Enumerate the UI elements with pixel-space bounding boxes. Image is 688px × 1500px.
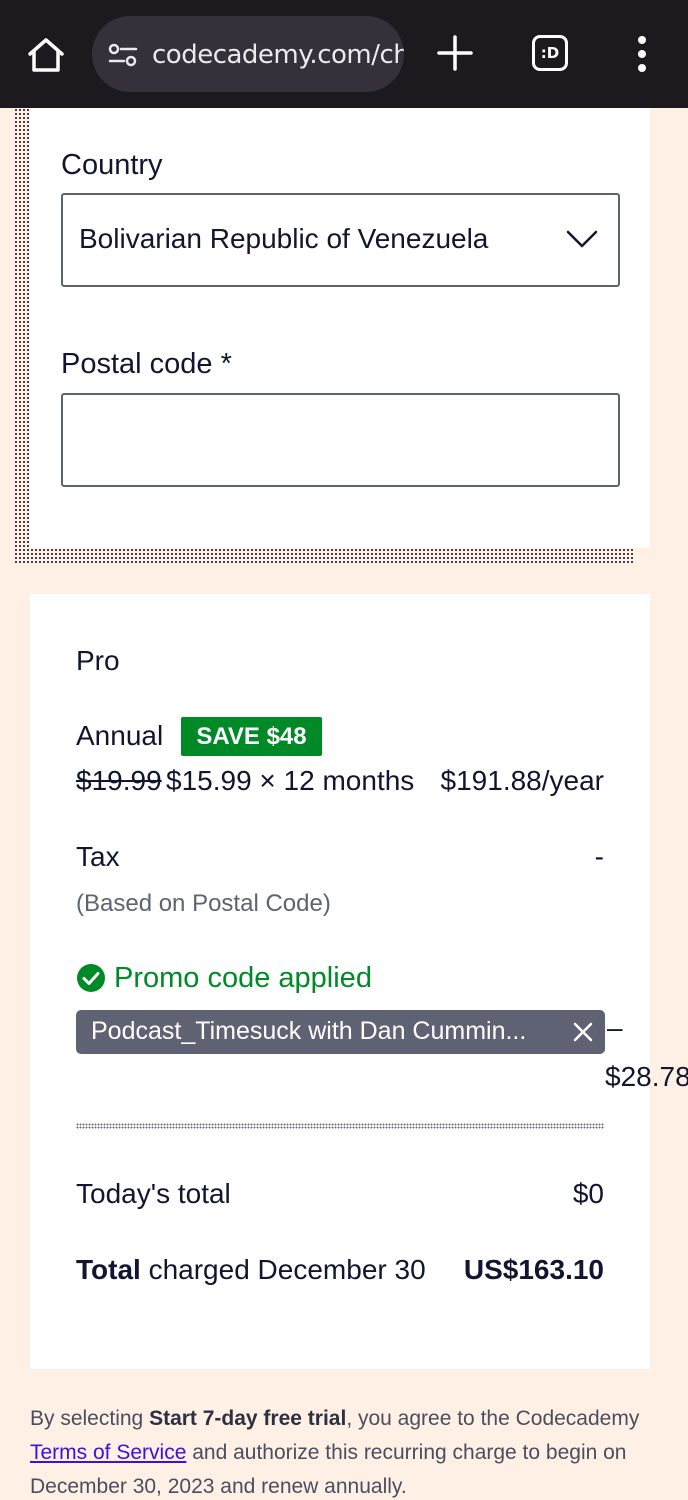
terms-of-service-link[interactable]: Terms of Service — [30, 1441, 186, 1464]
tax-value: - — [594, 841, 604, 872]
price-calculation: $15.99 × 12 months — [166, 765, 415, 796]
postal-code-input[interactable] — [61, 393, 620, 487]
promo-code-chip: Podcast_Timesuck with Dan Cummin... — [76, 1010, 605, 1054]
plus-icon[interactable] — [436, 34, 474, 72]
address-bar[interactable]: codecademy.com/che — [92, 16, 404, 92]
summary-divider — [76, 1123, 604, 1129]
check-circle-icon — [77, 964, 105, 992]
plan-name: Pro — [76, 645, 120, 676]
url-text[interactable]: codecademy.com/che — [152, 40, 404, 70]
billing-period: Annual — [76, 720, 164, 751]
save-badge: SAVE $48 — [181, 717, 322, 756]
promo-discount-dash: – — [607, 1012, 623, 1043]
country-select-value: Bolivarian Republic of Venezuela — [79, 223, 489, 254]
tax-label: Tax — [76, 841, 120, 872]
fineprint-p2: , you agree to the Codecademy — [346, 1407, 640, 1430]
tax-note: (Based on Postal Code) — [76, 890, 331, 917]
total-label-rest: charged December 30 — [140, 1254, 426, 1285]
tabs-icon[interactable]: :D — [532, 35, 568, 71]
country-select[interactable]: Bolivarian Republic of Venezuela — [61, 193, 620, 287]
terms-fineprint: By selecting Start 7-day free trial, you… — [30, 1402, 650, 1500]
country-label: Country — [61, 149, 163, 181]
fineprint-cta: Start 7-day free trial — [149, 1407, 347, 1430]
postal-code-label: Postal code * — [61, 348, 232, 380]
chevron-down-icon — [566, 230, 598, 248]
yearly-price: $191.88/year — [440, 765, 604, 796]
total-charge-label: Total charged December 30 — [76, 1254, 426, 1286]
home-icon[interactable] — [26, 36, 66, 74]
total-charge-value: US$163.10 — [463, 1254, 604, 1285]
promo-discount-amount: $28.78 — [605, 1061, 688, 1092]
close-icon[interactable] — [573, 1022, 593, 1042]
browser-toolbar: codecademy.com/che :D — [0, 0, 688, 108]
todays-total-value: $0 — [572, 1178, 604, 1209]
promo-code-text: Podcast_Timesuck with Dan Cummin... — [91, 1017, 527, 1045]
todays-total-label: Today's total — [76, 1178, 231, 1209]
original-price: $19.99 — [76, 765, 162, 796]
tune-icon[interactable] — [108, 42, 138, 68]
promo-status: Promo code applied — [76, 962, 372, 994]
promo-applied-label: Promo code applied — [114, 961, 372, 994]
total-label-bold: Total — [76, 1254, 141, 1285]
fineprint-p1: By selecting — [30, 1407, 150, 1430]
more-icon[interactable] — [634, 36, 650, 76]
